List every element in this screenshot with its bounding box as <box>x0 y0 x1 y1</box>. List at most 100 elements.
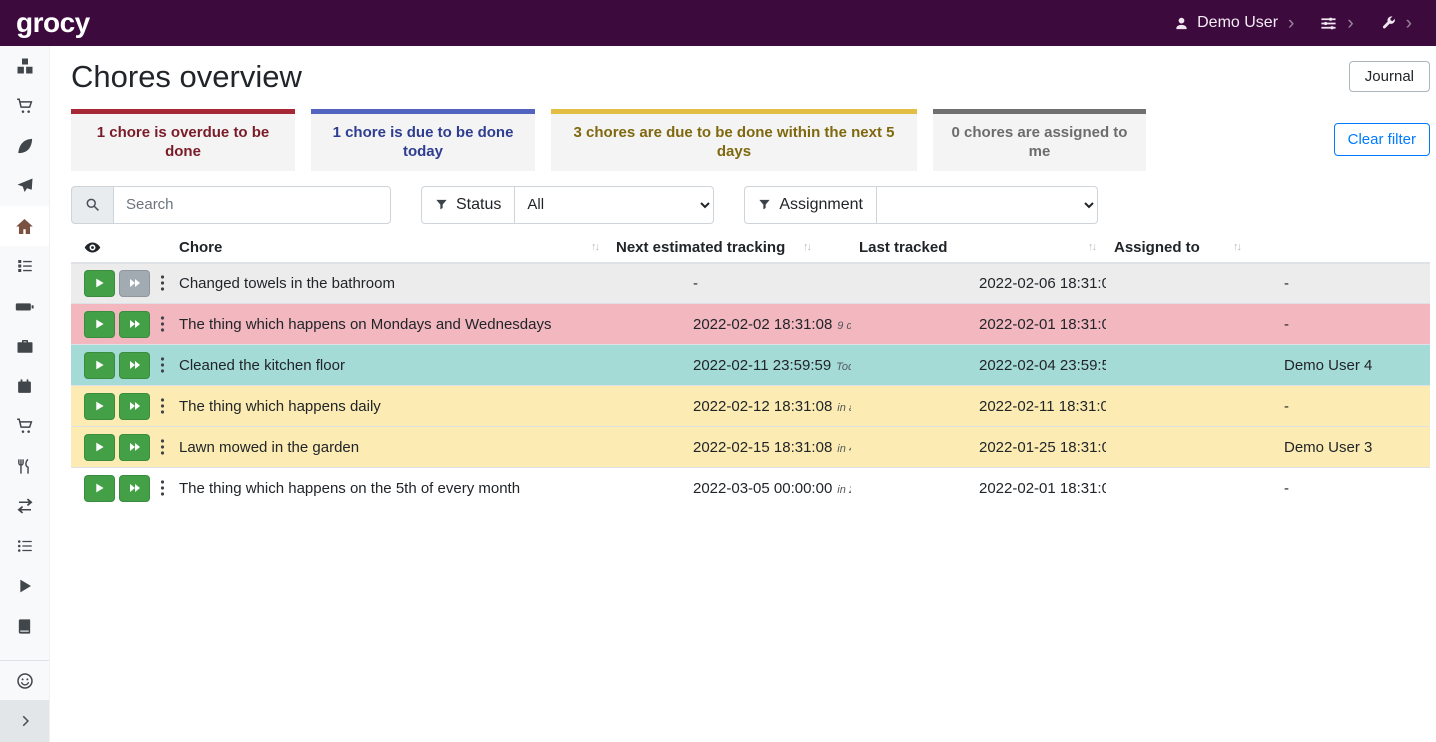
column-header-label: Last tracked <box>859 239 947 256</box>
status-card-overdue[interactable]: 1 chore is overdue to be done <box>71 109 295 171</box>
sidebar-item-meal-plan[interactable] <box>0 166 49 206</box>
track-chore-button[interactable] <box>84 475 115 502</box>
status-card-assigned-to-me[interactable]: 0 chores are assigned to me <box>933 109 1146 171</box>
grocy-logo[interactable]: grocy <box>16 9 90 37</box>
exchange-arrows-icon <box>16 497 34 515</box>
search-input[interactable] <box>113 186 391 224</box>
admin-menu[interactable]: › <box>1380 14 1412 33</box>
next-tracking-cell: 2022-02-15 18:31:08in 4 days <box>608 427 851 468</box>
journal-button[interactable]: Journal <box>1349 61 1430 92</box>
next-tracking-cell: 2022-02-02 18:31:089 days ago <box>608 304 851 345</box>
user-name: Demo User <box>1197 14 1278 32</box>
sidebar-footer <box>0 660 49 742</box>
track-chore-button[interactable] <box>84 270 115 297</box>
column-header-last-tracked[interactable]: Last tracked↑↓ <box>851 233 1106 263</box>
status-card-due-soon[interactable]: 3 chores are due to be done within the n… <box>551 109 917 171</box>
column-visibility-header[interactable] <box>71 233 171 263</box>
track-chore-button[interactable] <box>84 311 115 338</box>
house-icon <box>15 217 34 236</box>
sidebar-item-chores[interactable] <box>0 206 49 246</box>
settings-menu[interactable]: › <box>1320 14 1353 33</box>
book-icon <box>16 618 33 635</box>
assigned-to-cell: - <box>1106 304 1430 345</box>
chore-row: Cleaned the kitchen floor 2022-02-11 23:… <box>71 345 1430 386</box>
column-header-assigned-to[interactable]: Assigned to↑↓ <box>1106 233 1430 263</box>
row-menu-icon[interactable] <box>160 274 165 292</box>
sidebar-item-calendar[interactable] <box>0 366 49 406</box>
status-card-label: 3 chores are due to be done within the n… <box>574 124 895 160</box>
sidebar-item-about[interactable] <box>0 660 49 700</box>
boxes-icon <box>16 57 34 75</box>
battery-icon <box>15 297 34 316</box>
actions-cell <box>71 468 171 509</box>
assigned-to-cell: Demo User 3 <box>1106 427 1430 468</box>
chevron-right-icon: › <box>1406 14 1412 33</box>
list-check-icon <box>16 257 34 275</box>
clear-filter-button[interactable]: Clear filter <box>1334 123 1430 156</box>
sidebar-expand-toggle[interactable] <box>0 700 49 742</box>
navbar-menus: Demo User › › › <box>1174 14 1412 33</box>
page-header: Chores overview Journal <box>71 58 1430 95</box>
row-menu-icon[interactable] <box>160 397 165 415</box>
sidebar-item-equipment[interactable] <box>0 326 49 366</box>
status-cards-row: 1 chore is overdue to be done 1 chore is… <box>71 109 1430 171</box>
chore-row: The thing which happens daily 2022-02-12… <box>71 386 1430 427</box>
sidebar-item-stock[interactable] <box>0 46 49 86</box>
status-card-due-today[interactable]: 1 chore is due to be done today <box>311 109 535 171</box>
skip-chore-button[interactable] <box>119 393 150 420</box>
row-menu-icon[interactable] <box>160 479 165 497</box>
actions-cell <box>71 427 171 468</box>
filters-row: Status All Assignment <box>71 186 1430 224</box>
search-group <box>71 186 391 224</box>
sidebar-item-journal[interactable] <box>0 606 49 646</box>
status-filter-label: Status <box>421 186 514 224</box>
assignment-filter-group: Assignment <box>744 186 1098 224</box>
sort-icon: ↑↓ <box>591 241 600 253</box>
leaf-icon <box>16 137 34 155</box>
sidebar-item-tasks[interactable] <box>0 246 49 286</box>
skip-chore-button[interactable] <box>119 434 150 461</box>
next-tracking-cell: 2022-02-12 18:31:08in a day <box>608 386 851 427</box>
track-chore-button[interactable] <box>84 393 115 420</box>
status-card-label: 1 chore is due to be done today <box>333 124 514 160</box>
next-tracking-cell: 2022-03-05 00:00:00in 21 days <box>608 468 851 509</box>
sidebar-item-transfer[interactable] <box>0 486 49 526</box>
chore-name-cell: Lawn mowed in the garden <box>171 427 608 468</box>
assignment-select[interactable] <box>876 186 1098 224</box>
skip-chore-button[interactable] <box>119 311 150 338</box>
main-content: Chores overview Journal 1 chore is overd… <box>50 46 1436 742</box>
row-menu-icon[interactable] <box>160 438 165 456</box>
sidebar-item-chore-tracking[interactable] <box>0 566 49 606</box>
utensils-icon <box>16 458 33 475</box>
page-title: Chores overview <box>71 58 302 95</box>
actions-cell <box>71 263 171 304</box>
time-ago: 9 days ago <box>837 320 851 332</box>
skip-chore-button[interactable] <box>119 352 150 379</box>
status-select[interactable]: All <box>514 186 714 224</box>
sidebar-item-purchase[interactable] <box>0 406 49 446</box>
skip-chore-button[interactable] <box>119 270 150 297</box>
table-header-row: Chore↑↓ Next estimated tracking↑↓ Last t… <box>71 233 1430 263</box>
track-chore-button[interactable] <box>84 352 115 379</box>
skip-chore-button[interactable] <box>119 475 150 502</box>
column-header-chore[interactable]: Chore↑↓ <box>171 233 608 263</box>
user-menu[interactable]: Demo User › <box>1174 14 1294 33</box>
row-menu-icon[interactable] <box>160 356 165 374</box>
sidebar-item-consume[interactable] <box>0 446 49 486</box>
assignment-filter-label: Assignment <box>744 186 876 224</box>
user-icon <box>1174 16 1189 31</box>
chores-table: Chore↑↓ Next estimated tracking↑↓ Last t… <box>71 233 1430 509</box>
column-header-next-tracking[interactable]: Next estimated tracking↑↓ <box>608 233 851 263</box>
sidebar-item-recipes[interactable] <box>0 126 49 166</box>
track-chore-button[interactable] <box>84 434 115 461</box>
sidebar-item-batteries[interactable] <box>0 286 49 326</box>
calendar-icon <box>16 378 33 395</box>
last-tracked-cell: 2022-02-11 18:31:08Today <box>851 386 1106 427</box>
time-ago: in 21 days <box>837 484 851 496</box>
assigned-to-cell: - <box>1106 263 1430 304</box>
time-ago: in a day <box>837 402 851 414</box>
sidebar-item-shopping-list[interactable] <box>0 86 49 126</box>
row-menu-icon[interactable] <box>160 315 165 333</box>
filter-label-text: Assignment <box>779 196 863 214</box>
sidebar-item-inventory[interactable] <box>0 526 49 566</box>
